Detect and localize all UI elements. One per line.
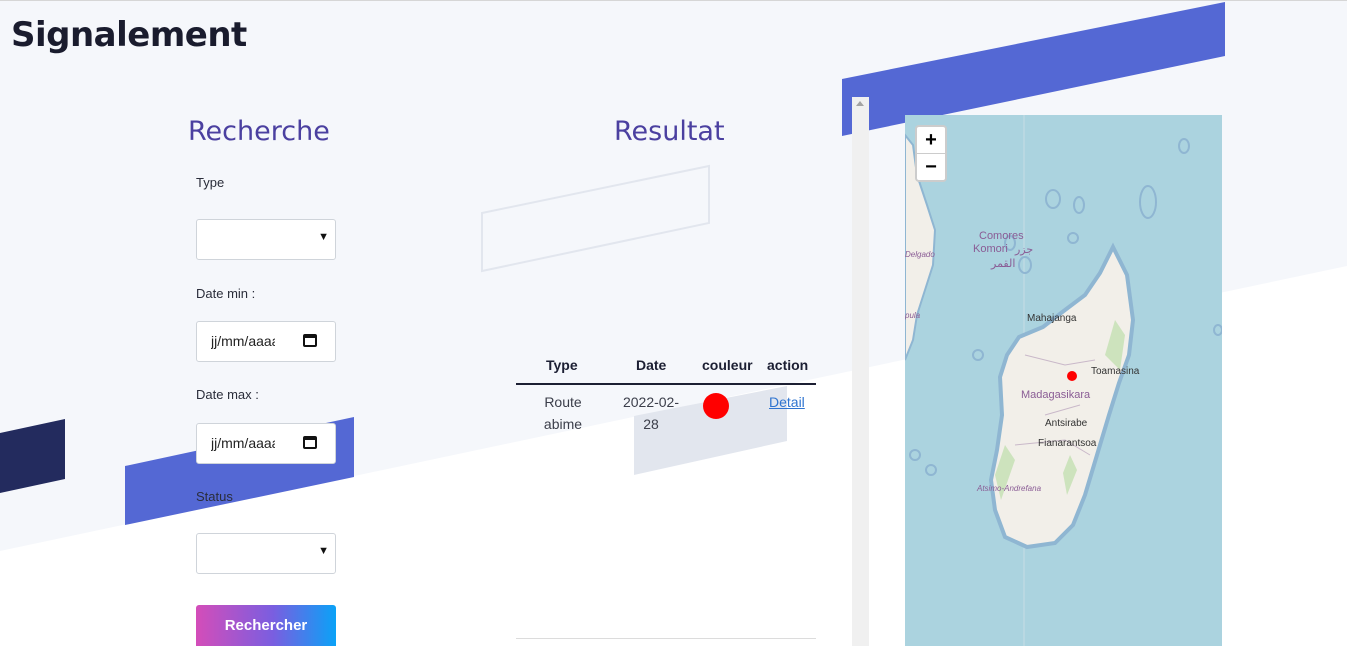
type-select[interactable]: ▼ (196, 219, 336, 260)
calendar-icon[interactable] (303, 334, 317, 347)
map-tiles (905, 115, 1222, 646)
scroll-up-arrow-icon[interactable] (856, 101, 864, 106)
map-label-atsimo-andrefana: Atsimo-Andrefana (977, 484, 1042, 493)
page-title: Signalement (11, 15, 247, 55)
status-label: Status (196, 489, 233, 504)
scrollbar[interactable] (852, 97, 869, 646)
table-header: Type Date couleur action (516, 351, 816, 385)
results-table: Type Date couleur action Route abime 202… (516, 351, 816, 445)
column-header-date: Date (636, 357, 667, 373)
results-title: Resultat (614, 116, 725, 147)
map-label-pula: pula (905, 311, 921, 320)
status-select[interactable]: ▼ (196, 533, 336, 574)
cell-type-line1: Route (544, 394, 582, 410)
date-max-placeholder: jj/mm/aaaa (211, 435, 275, 451)
cell-date-line1: 2022-02- (622, 394, 680, 410)
zoom-out-button[interactable]: − (917, 153, 945, 180)
map-label-mahajanga: Mahajanga (1027, 313, 1077, 324)
chevron-down-icon: ▼ (318, 545, 329, 557)
cell-date: 2022-02- 28 (621, 391, 681, 435)
map-marker[interactable] (1067, 371, 1077, 381)
column-header-type: Type (546, 357, 578, 373)
map-label-toamasina: Toamasina (1091, 366, 1140, 377)
map-label-comores: Comores (979, 230, 1024, 242)
status-color-dot (703, 393, 729, 419)
detail-link[interactable]: Detail (769, 394, 805, 410)
map-label-fianarantsoa: Fianarantsoa (1038, 438, 1097, 449)
map-label-comores-ar2: القمر (991, 258, 1016, 270)
table-row: Route abime 2022-02- 28 Detail (516, 385, 816, 445)
map-label-comores-ar1: جزر (1015, 244, 1034, 256)
cell-type: Route abime (543, 391, 583, 435)
date-min-placeholder: jj/mm/aaaa (211, 333, 275, 349)
chevron-down-icon: ▼ (318, 231, 329, 243)
column-header-couleur: couleur (702, 357, 753, 373)
type-label: Type (196, 175, 225, 190)
map-label-madagascar: Madagasikara (1021, 389, 1091, 401)
date-max-input[interactable]: jj/mm/aaaa (196, 423, 336, 464)
column-header-action: action (767, 357, 809, 373)
date-min-label: Date min : (196, 286, 256, 301)
search-title: Recherche (188, 116, 330, 147)
map-label-antsirabe: Antsirabe (1045, 418, 1088, 429)
calendar-icon[interactable] (303, 436, 317, 449)
map-label-komori: Komori (973, 243, 1008, 255)
table-divider (516, 638, 816, 639)
zoom-in-button[interactable]: + (917, 127, 945, 153)
cell-date-line2: 28 (643, 416, 659, 432)
zoom-control: + − (915, 125, 947, 182)
search-button[interactable]: Rechercher (196, 605, 336, 646)
cell-type-line2: abime (543, 416, 583, 432)
map[interactable]: + − Comores Komori جزر القمر Delgado pul… (905, 115, 1222, 646)
map-label-delgado: Delgado (905, 250, 935, 259)
date-min-input[interactable]: jj/mm/aaaa (196, 321, 336, 362)
date-max-label: Date max : (196, 387, 259, 402)
